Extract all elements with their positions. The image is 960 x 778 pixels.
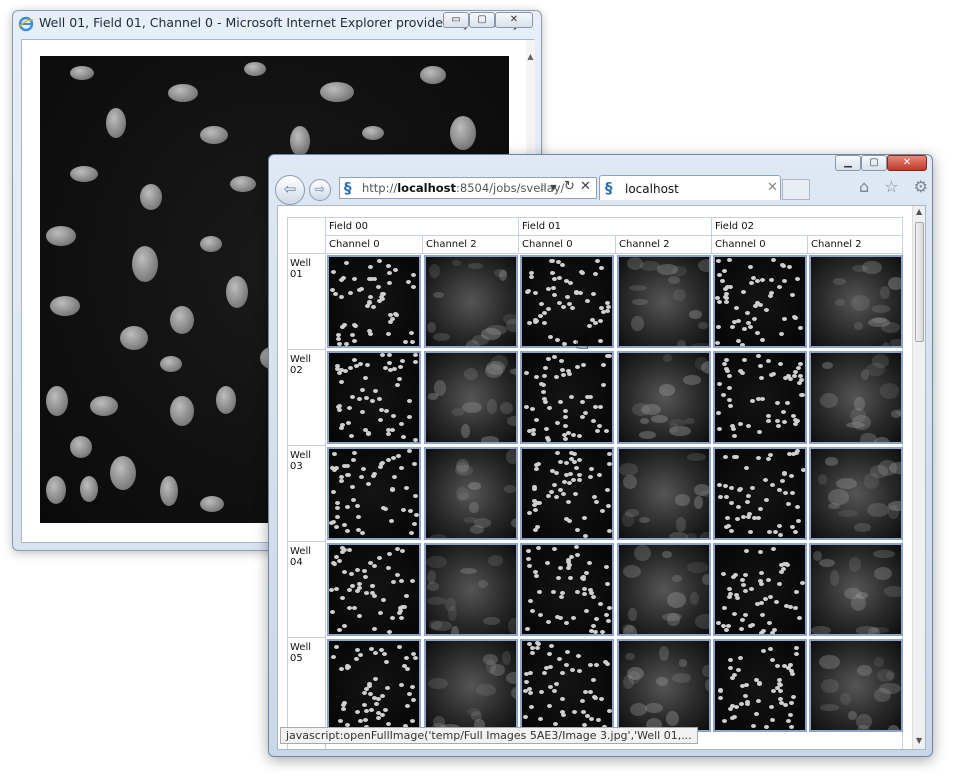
thumbnail-image[interactable] bbox=[327, 255, 421, 348]
thumbnail-image[interactable] bbox=[520, 351, 614, 444]
thumbnail-image[interactable] bbox=[713, 639, 807, 732]
thumbnail-image[interactable] bbox=[809, 447, 903, 540]
thumbnail-image[interactable] bbox=[617, 639, 711, 732]
thumbnail-image[interactable] bbox=[520, 255, 614, 348]
thumbnail-image[interactable] bbox=[617, 543, 711, 636]
thumbnail-image[interactable] bbox=[424, 543, 518, 636]
thumbnail-image[interactable] bbox=[713, 543, 807, 636]
thumbnail-image[interactable] bbox=[617, 351, 711, 444]
forward-button[interactable]: ⇨ bbox=[309, 179, 331, 201]
maximize-button[interactable]: ▢ bbox=[861, 155, 887, 171]
page-scrollbar[interactable]: ▲ ▼ bbox=[912, 206, 925, 749]
thumbnail-image[interactable] bbox=[520, 447, 614, 540]
scroll-up-icon[interactable]: ▲ bbox=[526, 52, 535, 61]
close-button[interactable]: ✕ bbox=[887, 155, 927, 171]
site-icon: § bbox=[344, 179, 352, 197]
tab-localhost[interactable]: § localhost ✕ bbox=[599, 175, 781, 200]
thumbnail-image[interactable] bbox=[617, 447, 711, 540]
hand-cursor-icon: ☝ bbox=[575, 327, 590, 355]
search-icon[interactable]: ⌕ ▾ bbox=[540, 180, 557, 195]
thumbnail-image[interactable] bbox=[520, 639, 614, 732]
back-button[interactable]: ⇦ bbox=[275, 175, 305, 205]
scrollbar-thumb[interactable] bbox=[915, 222, 924, 342]
well-label: Well 04 bbox=[288, 542, 326, 638]
address-url[interactable]: http://localhost:8504/jobs/svellay/ bbox=[362, 181, 564, 195]
thumbnail-image[interactable] bbox=[424, 255, 518, 348]
channel-header: Channel 2 bbox=[808, 236, 903, 254]
well-label: Well 01 bbox=[288, 254, 326, 350]
grid-corner bbox=[288, 218, 326, 254]
channel-header: Channel 2 bbox=[423, 236, 519, 254]
stop-icon[interactable]: ✕ bbox=[580, 179, 591, 194]
page-content: Field 00 Field 01 Field 02 Channel 0 Cha… bbox=[277, 205, 926, 750]
scroll-down-icon[interactable]: ▼ bbox=[916, 736, 922, 745]
channel-header: Channel 0 bbox=[519, 236, 616, 254]
close-button[interactable]: ✕ bbox=[495, 12, 533, 28]
browser-window: ▁ ▢ ✕ ⇦ ⇨ § http://localhost:8504/jobs/s… bbox=[268, 154, 933, 757]
thumbnail-image[interactable] bbox=[809, 639, 903, 732]
channel-header: Channel 0 bbox=[326, 236, 423, 254]
thumbnail-image[interactable] bbox=[424, 447, 518, 540]
thumbnail-image[interactable] bbox=[809, 351, 903, 444]
address-bar[interactable]: § http://localhost:8504/jobs/svellay/ ⌕ … bbox=[339, 177, 597, 199]
thumbnail-image[interactable] bbox=[713, 447, 807, 540]
scroll-up-icon[interactable]: ▲ bbox=[916, 207, 922, 216]
well-label: Well 03 bbox=[288, 446, 326, 542]
thumbnail-image[interactable] bbox=[424, 351, 518, 444]
thumbnail-image[interactable] bbox=[713, 255, 807, 348]
tab-label: localhost bbox=[625, 182, 679, 196]
new-tab-button[interactable] bbox=[782, 179, 810, 200]
channel-header: Channel 2 bbox=[616, 236, 712, 254]
thumbnail-image[interactable] bbox=[520, 543, 614, 636]
field-header: Field 01 bbox=[519, 218, 712, 236]
thumbnail-image[interactable] bbox=[327, 639, 421, 732]
site-icon: § bbox=[605, 179, 613, 197]
tab-close-icon[interactable]: ✕ bbox=[767, 180, 778, 195]
thumbnail-image[interactable] bbox=[809, 543, 903, 636]
field-header: Field 00 bbox=[326, 218, 519, 236]
thumbnail-image[interactable] bbox=[617, 255, 711, 348]
minimize-button[interactable]: ▭ bbox=[443, 12, 469, 28]
thumbnail-grid: Field 00 Field 01 Field 02 Channel 0 Cha… bbox=[287, 217, 903, 749]
home-favorites-tools-icons[interactable]: ⌂ ☆ ⚙ bbox=[859, 177, 933, 196]
refresh-icon[interactable]: ↻ bbox=[564, 179, 575, 194]
thumbnail-image[interactable] bbox=[809, 255, 903, 348]
thumbnail-image[interactable] bbox=[327, 543, 421, 636]
maximize-button[interactable]: ▢ bbox=[469, 12, 495, 28]
status-bar: javascript:openFullImage('temp/Full Imag… bbox=[280, 727, 698, 744]
ie-icon bbox=[18, 16, 34, 32]
field-header: Field 02 bbox=[712, 218, 903, 236]
thumbnail-image[interactable] bbox=[713, 351, 807, 444]
thumbnail-image[interactable] bbox=[327, 447, 421, 540]
thumbnail-image[interactable] bbox=[424, 639, 518, 732]
well-label: Well 02 bbox=[288, 350, 326, 446]
channel-header: Channel 0 bbox=[712, 236, 808, 254]
thumbnail-image[interactable] bbox=[327, 351, 421, 444]
minimize-button[interactable]: ▁ bbox=[835, 155, 861, 171]
